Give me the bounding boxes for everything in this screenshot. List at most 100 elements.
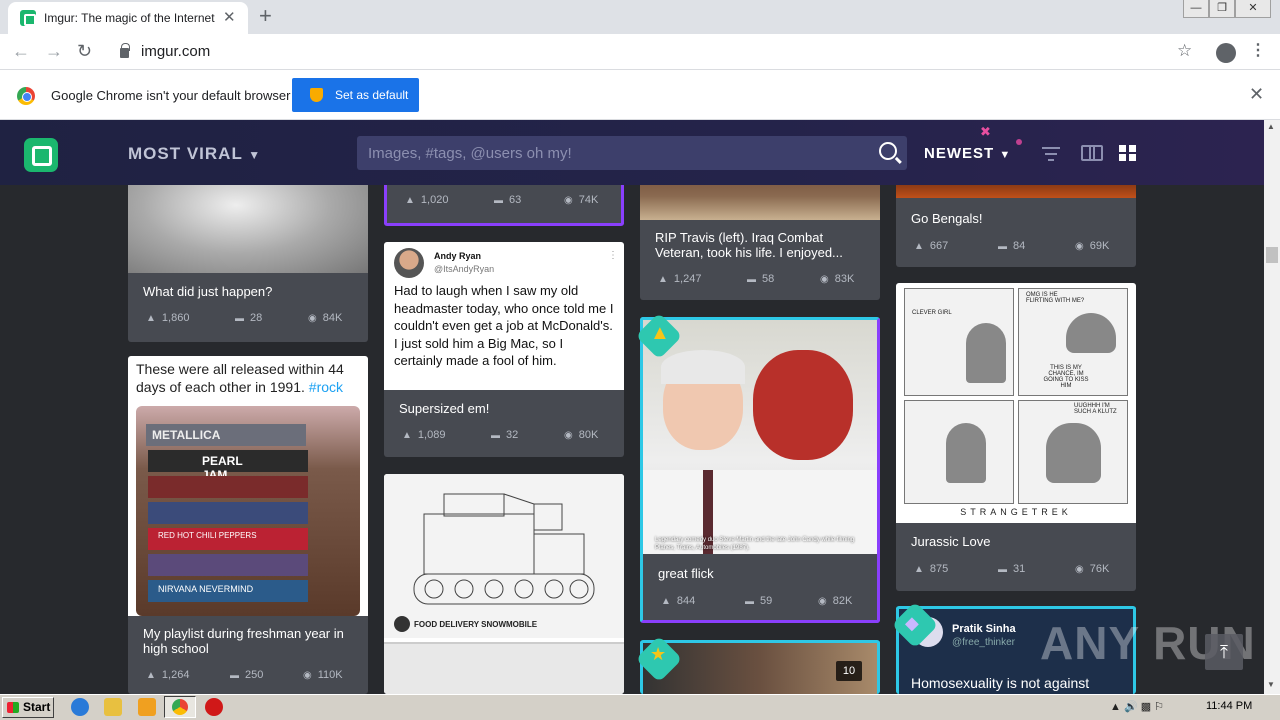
- tweet-text: Had to laugh when I saw my old headmaste…: [394, 283, 614, 368]
- caret-down-icon: ▼: [999, 149, 1012, 161]
- back-icon[interactable]: ←: [12, 41, 30, 61]
- view-count: 74K: [564, 194, 599, 206]
- post-title[interactable]: Jurassic Love: [911, 534, 990, 549]
- caret-down-icon: ▼: [248, 148, 262, 162]
- scrollbar-thumb[interactable]: [1266, 247, 1278, 263]
- upvote-count: 667: [914, 240, 948, 252]
- lock-icon[interactable]: [120, 43, 130, 58]
- section-dropdown[interactable]: MOST VIRAL ▼: [128, 144, 261, 164]
- post-card[interactable]: CLEVER GIRL OMG IS HE FLIRTING WITH ME? …: [896, 283, 1136, 591]
- comment-count: 63: [494, 194, 521, 206]
- start-button[interactable]: Start: [2, 697, 54, 718]
- section-label: MOST VIRAL: [128, 144, 243, 163]
- chrome-taskbar-button[interactable]: [164, 696, 196, 718]
- john-candy-face: [753, 350, 853, 460]
- restore-button[interactable]: ❐: [1209, 0, 1235, 18]
- search-icon[interactable]: [879, 142, 897, 160]
- view-count: 69K: [1075, 240, 1110, 252]
- comic-text: CLEVER GIRL: [912, 310, 952, 316]
- tray-icons[interactable]: ▲ 🔊 ▩ ⚐: [1110, 700, 1164, 713]
- post-title[interactable]: My playlist during freshman year in high…: [143, 626, 353, 656]
- upvote-count: 844: [661, 595, 695, 607]
- view-count: 82K: [818, 595, 853, 607]
- comic-text: OMG IS HE FLIRTING WITH ME?: [1026, 292, 1085, 304]
- post-card[interactable]: FOOD DELIVERY SNOWMOBILE: [384, 474, 624, 694]
- medal-icon: ★: [650, 644, 667, 664]
- infobar-close-icon[interactable]: ✕: [1249, 84, 1264, 105]
- chrome-icon: [172, 699, 188, 715]
- post-image[interactable]: Legendary comedy duo Steve Martin and th…: [643, 320, 877, 554]
- system-clock: 11:44 PM: [1206, 700, 1253, 712]
- search-input[interactable]: Images, #tags, @users oh my!: [368, 145, 572, 162]
- filter-icon[interactable]: [1042, 145, 1060, 161]
- forward-icon[interactable]: →: [45, 41, 63, 61]
- start-label: Start: [23, 700, 51, 714]
- tweet-handle: @free_thinker: [952, 637, 1015, 648]
- account-icon[interactable]: [1216, 43, 1236, 63]
- internet-explorer-icon[interactable]: [71, 698, 89, 716]
- new-tab-button[interactable]: +: [259, 4, 272, 28]
- post-image[interactable]: Andy Ryan @ItsAndyRyan ⋮ Had to laugh wh…: [384, 242, 624, 390]
- post-title[interactable]: great flick: [658, 566, 714, 581]
- post-title[interactable]: RIP Travis (left). Iraq Combat Veteran, …: [655, 230, 867, 260]
- scroll-down-icon[interactable]: ▼: [1267, 680, 1275, 689]
- bookmark-star-icon[interactable]: ☆: [1177, 41, 1192, 61]
- post-card[interactable]: Andy Ryan @ItsAndyRyan ⋮ Had to laugh wh…: [384, 242, 624, 457]
- page-scrollbar[interactable]: [1264, 120, 1280, 694]
- comment-count: 58: [747, 273, 774, 285]
- post-title[interactable]: Supersized em!: [399, 401, 489, 416]
- reload-icon[interactable]: ↻: [77, 41, 92, 61]
- address-bar[interactable]: imgur.com: [141, 43, 210, 60]
- trophy-icon: ▲: [650, 322, 670, 344]
- browser-tab[interactable]: Imgur: The magic of the Internet ✕: [8, 2, 248, 34]
- set-as-default-button[interactable]: Set as default: [292, 78, 419, 112]
- post-image[interactable]: These were all released within 44 days o…: [128, 356, 368, 616]
- back-to-top-button[interactable]: ⤒: [1205, 634, 1243, 670]
- dot-decoration: [1016, 139, 1022, 145]
- explorer-folder-icon[interactable]: [104, 698, 122, 716]
- minimize-button[interactable]: —: [1183, 0, 1209, 18]
- post-card[interactable]: These were all released within 44 days o…: [128, 356, 368, 694]
- opera-icon[interactable]: [205, 698, 223, 716]
- tweet-author: Andy Ryan: [434, 251, 482, 261]
- grid-layout-icon[interactable]: [1119, 145, 1137, 161]
- search-box[interactable]: Images, #tags, @users oh my!: [357, 136, 907, 170]
- set-as-default-label: Set as default: [335, 88, 409, 102]
- infobar-message: Google Chrome isn't your default browser: [51, 88, 291, 103]
- post-image[interactable]: CLEVER GIRL OMG IS HE FLIRTING WITH ME? …: [896, 283, 1136, 523]
- window-close-button[interactable]: ✕: [1235, 0, 1271, 18]
- view-count: 80K: [564, 429, 599, 441]
- dinosaur-drawing: [1046, 423, 1101, 483]
- imgur-logo-icon[interactable]: [24, 138, 58, 172]
- comment-count: 84: [998, 240, 1025, 252]
- post-title[interactable]: Go Bengals!: [911, 211, 983, 226]
- chrome-menu-icon[interactable]: ⋮: [1250, 43, 1266, 59]
- scroll-up-icon[interactable]: ▲: [1267, 122, 1275, 131]
- upvote-count: 1,020: [405, 194, 449, 206]
- media-player-icon[interactable]: [138, 698, 156, 716]
- upvote-count: 1,089: [402, 429, 446, 441]
- upvote-count: 875: [914, 563, 948, 575]
- post-card-promoted[interactable]: 10: [640, 640, 880, 694]
- comment-count: 250: [230, 669, 263, 681]
- post-image[interactable]: FOOD DELIVERY SNOWMOBILE: [384, 474, 624, 638]
- cassette-stack-photo: METALLICA PEARL JAM RED HOT CHILI PEPPER…: [136, 406, 360, 616]
- comic-footer: STRANGETREK: [960, 507, 1072, 517]
- comment-count: 31: [998, 563, 1025, 575]
- tweet-author: Pratik Sinha: [952, 623, 1016, 635]
- dinosaur-drawing: [966, 323, 1006, 383]
- post-card-promoted[interactable]: Legendary comedy duo Steve Martin and th…: [640, 317, 880, 623]
- diamond-icon: ◆: [905, 613, 919, 633]
- view-count: 76K: [1075, 563, 1110, 575]
- hashtag-link[interactable]: #rock: [309, 379, 343, 395]
- shield-icon: [310, 88, 323, 102]
- comment-count: 32: [491, 429, 518, 441]
- imgur-favicon-icon: [20, 10, 36, 26]
- post-title[interactable]: What did just happen?: [143, 284, 272, 299]
- sort-dropdown[interactable]: NEWEST ▼: [924, 145, 1011, 162]
- photo-caption: Legendary comedy duo Steve Martin and th…: [655, 537, 855, 551]
- post-card[interactable]: What did just happen? 1,860 28 84K: [128, 160, 368, 342]
- tab-close-icon[interactable]: ✕: [223, 8, 236, 26]
- image-count-badge: 10: [836, 661, 862, 681]
- uniform-layout-icon[interactable]: [1081, 145, 1103, 161]
